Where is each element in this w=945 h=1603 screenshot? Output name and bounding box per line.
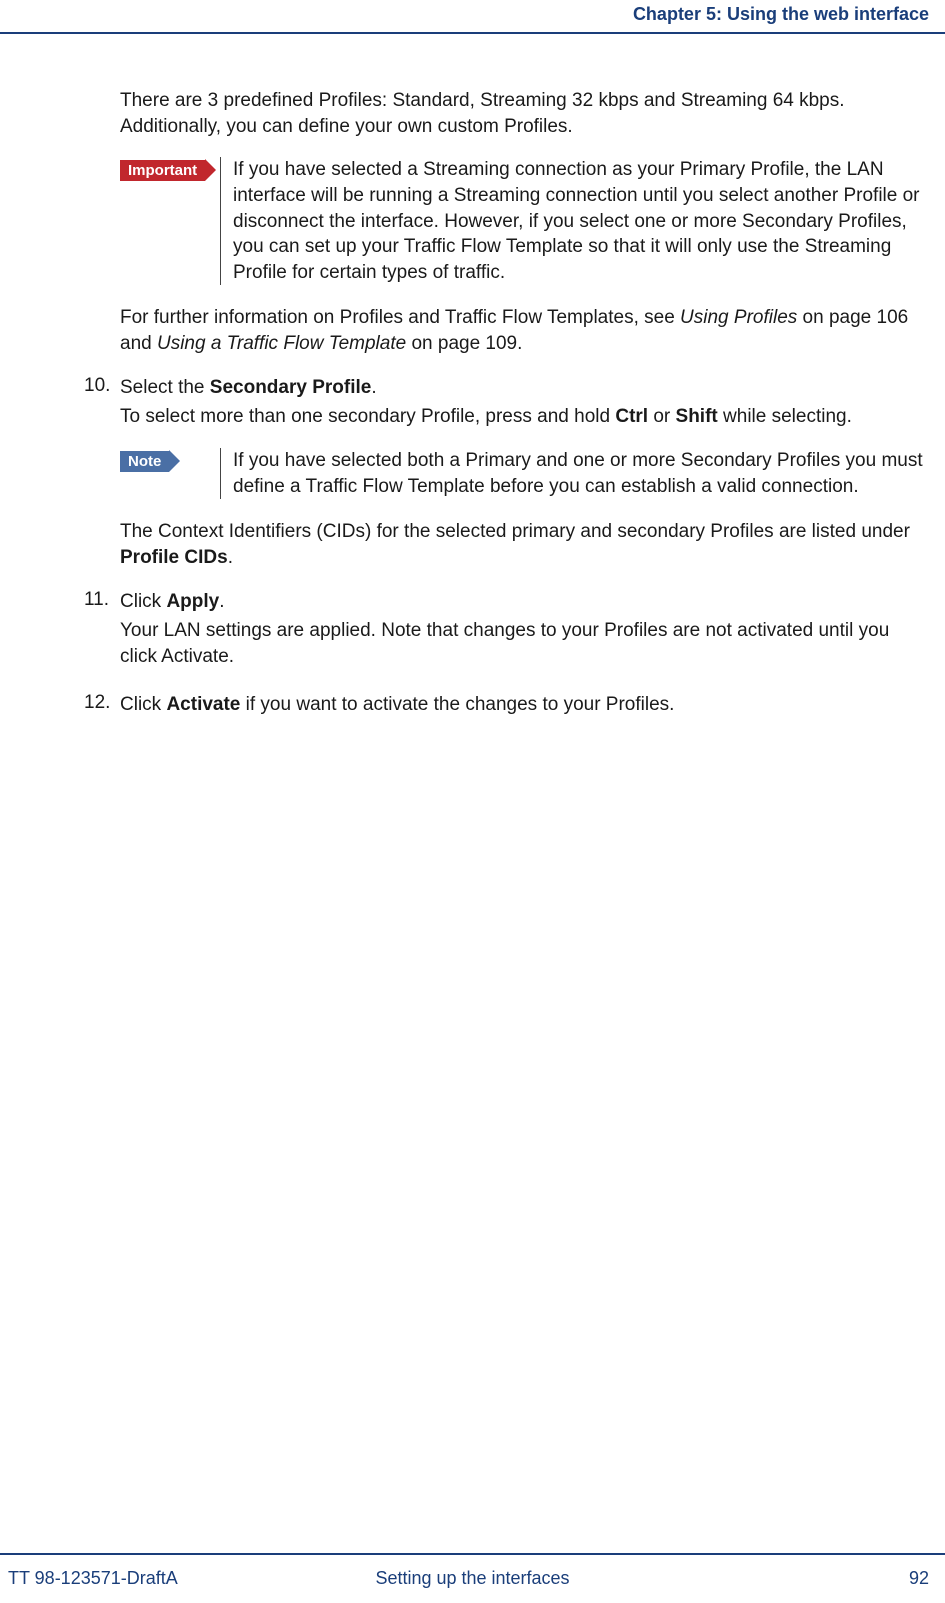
important-tag-icon: Important xyxy=(120,159,216,181)
step-line: The Context Identifiers (CIDs) for the s… xyxy=(120,519,930,570)
step-line: To select more than one secondary Profil… xyxy=(120,404,930,430)
reference-paragraph: For further information on Profiles and … xyxy=(120,305,930,356)
step-body: Select the Secondary Profile. To select … xyxy=(120,375,930,571)
callout-tag-wrap: Note xyxy=(120,448,220,499)
step-number: 11. xyxy=(84,589,120,674)
step-line: Select the Secondary Profile. xyxy=(120,375,930,401)
text: . xyxy=(228,547,233,568)
text: . xyxy=(219,591,224,612)
text: For further information on Profiles and … xyxy=(120,307,680,328)
step-12: 12. Click Activate if you want to activa… xyxy=(120,692,930,722)
page-footer: TT 98-123571-DraftA Setting up the inter… xyxy=(0,1568,945,1589)
note-callout: Note If you have selected both a Primary… xyxy=(120,448,930,499)
step-10: 10. Select the Secondary Profile. To sel… xyxy=(120,375,930,571)
text-bold: Apply xyxy=(166,591,219,612)
text-bold: Activate xyxy=(166,694,240,715)
reference-link: Using Profiles xyxy=(680,307,797,328)
text: if you want to activate the changes to y… xyxy=(240,694,674,715)
text-bold: Ctrl xyxy=(615,406,648,427)
step-line: Click Activate if you want to activate t… xyxy=(120,692,930,718)
callout-tag-wrap: Important xyxy=(120,157,220,285)
step-body: Click Activate if you want to activate t… xyxy=(120,692,930,722)
important-tag-label: Important xyxy=(120,160,205,181)
page: Chapter 5: Using the web interface There… xyxy=(0,0,945,1603)
text: Additionally, you can define your own cu… xyxy=(120,116,573,137)
text: To select more than one secondary Profil… xyxy=(120,406,615,427)
chapter-title: Chapter 5: Using the web interface xyxy=(633,4,929,25)
note-callout-body: If you have selected both a Primary and … xyxy=(220,448,930,499)
text: on page 109. xyxy=(406,333,522,354)
text-bold: Secondary Profile xyxy=(210,377,372,398)
footer-rule xyxy=(0,1553,945,1555)
header-rule xyxy=(0,32,945,34)
chevron-right-icon xyxy=(169,450,180,472)
footer-page-number: 92 xyxy=(909,1568,929,1589)
note-tag-label: Note xyxy=(120,451,169,472)
text: Click xyxy=(120,591,166,612)
step-body: Click Apply. Your LAN settings are appli… xyxy=(120,589,930,674)
text: The Context Identifiers (CIDs) for the s… xyxy=(120,521,910,542)
step-number: 12. xyxy=(84,692,120,722)
important-callout-body: If you have selected a Streaming connect… xyxy=(220,157,930,285)
step-line: Your LAN settings are applied. Note that… xyxy=(120,618,930,669)
note-tag-icon: Note xyxy=(120,450,180,472)
step-11: 11. Click Apply. Your LAN settings are a… xyxy=(120,589,930,674)
text: There are 3 predefined Profiles: Standar… xyxy=(120,90,845,111)
text-bold: Profile CIDs xyxy=(120,547,228,568)
text: Click xyxy=(120,694,166,715)
intro-paragraph: There are 3 predefined Profiles: Standar… xyxy=(120,88,930,139)
step-number: 10. xyxy=(84,375,120,571)
text: . xyxy=(371,377,376,398)
content-area: There are 3 predefined Profiles: Standar… xyxy=(120,88,930,721)
text: or xyxy=(648,406,675,427)
chevron-right-icon xyxy=(205,159,216,181)
reference-link: Using a Traffic Flow Template xyxy=(157,333,406,354)
important-callout: Important If you have selected a Streami… xyxy=(120,157,930,285)
text-bold: Shift xyxy=(676,406,718,427)
text: while selecting. xyxy=(718,406,852,427)
step-line: Click Apply. xyxy=(120,589,930,615)
footer-doc-id: TT 98-123571-DraftA xyxy=(8,1568,178,1589)
text: Select the xyxy=(120,377,210,398)
